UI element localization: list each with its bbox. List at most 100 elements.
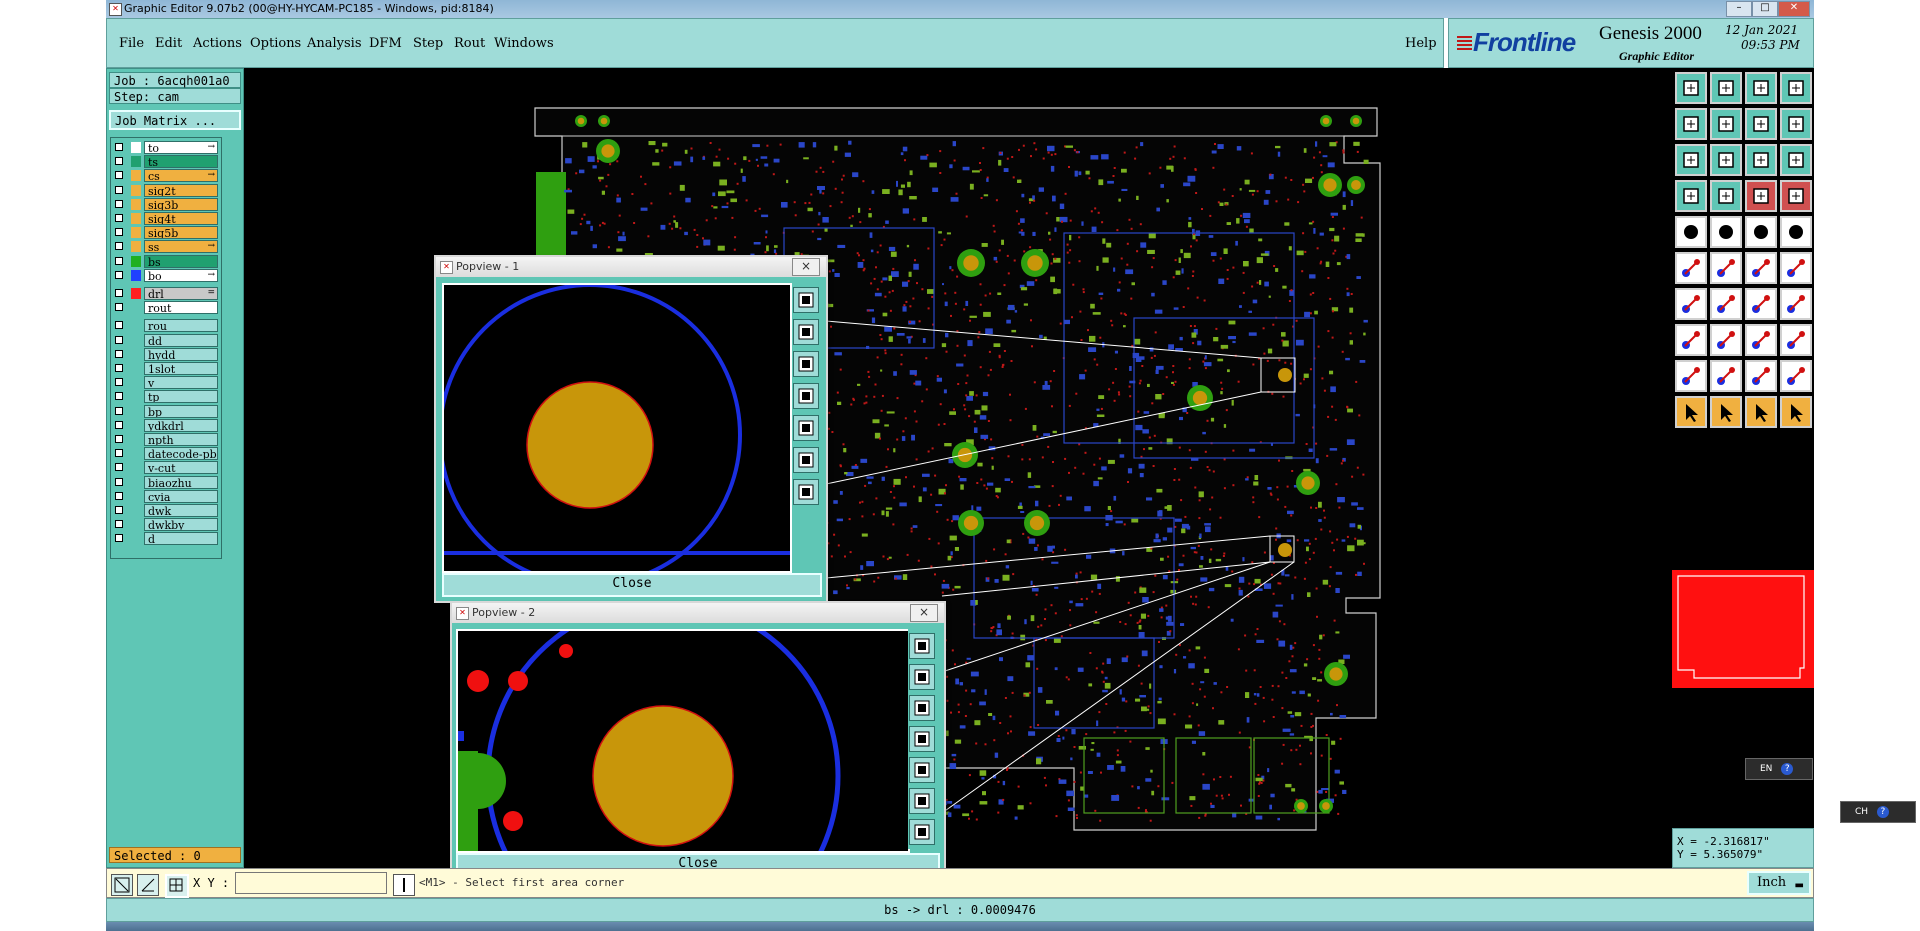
minimize-button[interactable]: – [1726,1,1752,17]
layer-row-sig2t[interactable]: sig2t [111,183,221,197]
layer-tool-2-icon[interactable] [1710,216,1742,248]
measure-tool-4-icon[interactable] [1780,288,1812,320]
home-tool-3-icon[interactable] [1745,72,1777,104]
menu-rout[interactable]: Rout [454,36,485,51]
layer-name[interactable]: datecode-pbe [144,447,218,461]
grid-tool-icon[interactable] [165,874,189,898]
layer-name[interactable]: rou [144,319,218,333]
layer-name[interactable]: biaozhu [144,475,218,489]
pan-tool-2-icon[interactable] [1710,144,1742,176]
layer-checkbox[interactable] [115,506,123,514]
layer-color-swatch[interactable] [131,227,141,239]
layer-row-ts[interactable]: ts [111,155,221,169]
layer-name[interactable]: tp [144,390,218,404]
measure-tool-2-icon[interactable] [1710,288,1742,320]
layer-name[interactable]: ydkdrl [144,418,218,432]
layer-name[interactable]: dwk [144,504,218,517]
layer-row-bs[interactable]: bs [111,254,221,268]
layer-checkbox[interactable] [115,477,123,486]
home-tool-2-icon[interactable] [1710,72,1742,104]
layer-color-swatch[interactable] [131,198,141,210]
layer-tool-1-icon[interactable] [1675,216,1707,248]
language-indicator-ch[interactable]: CH ? [1840,801,1916,823]
layer-row-dwk[interactable]: dwk [111,504,221,517]
popview-tool-button[interactable] [909,695,935,721]
layer-color-swatch[interactable] [131,302,141,313]
popview-tool-button[interactable] [909,633,935,659]
layer-row-sig5b[interactable]: sig5b [111,226,221,240]
fit-tool-4-icon[interactable] [1780,180,1812,212]
layer-row-hydd[interactable]: hydd [111,347,221,361]
layer-name[interactable]: ts [144,155,218,169]
layer-name[interactable]: v-cut [144,461,218,475]
layer-color-swatch[interactable] [131,533,141,544]
measure-tool-1-icon[interactable] [1675,288,1707,320]
layer-color-swatch[interactable] [131,349,141,360]
menu-step[interactable]: Step [413,36,443,51]
draw-tool-1-icon[interactable] [1675,360,1707,392]
layer-color-swatch[interactable] [131,184,141,196]
layer-color-swatch[interactable] [131,363,141,374]
layer-row-dwkby[interactable]: dwkby [111,518,221,532]
layer-checkbox[interactable] [115,157,123,166]
layer-row-d[interactable]: d [111,532,221,546]
layer-row-ss[interactable]: ss → [111,240,221,254]
layer-checkbox[interactable] [115,171,123,180]
layer-name[interactable]: dwkby [144,518,218,532]
popview-2-close-x[interactable]: × [910,604,938,622]
home-tool-1-icon[interactable] [1675,72,1707,104]
overview-map[interactable] [1672,570,1814,688]
layer-row-v[interactable]: v [111,376,221,390]
layer-name[interactable]: cvia [144,489,218,503]
layer-name[interactable]: dd [144,333,218,347]
snap-tool-icon[interactable] [111,874,133,896]
layer-row-to[interactable]: to → [111,141,221,154]
popview-tool-button[interactable] [909,726,935,752]
layer-color-swatch[interactable] [131,170,141,182]
layer-checkbox[interactable] [115,228,123,237]
layer-color-swatch[interactable] [131,335,141,346]
layer-row-bo[interactable]: bo → [111,268,221,282]
layer-color-swatch[interactable] [131,406,141,417]
menu-options[interactable]: Options [250,36,301,51]
layer-name[interactable]: hydd [144,347,218,361]
layer-color-swatch[interactable] [131,391,141,402]
popview-1-zoom-view[interactable] [442,283,792,573]
layer-checkbox[interactable] [115,199,123,208]
popview-1-close-button[interactable]: Close [442,573,822,597]
fit-tool-2-icon[interactable] [1710,180,1742,212]
layer-color-swatch[interactable] [131,434,141,445]
layer-checkbox[interactable] [115,491,123,500]
close-window-button[interactable]: ✕ [1778,1,1810,17]
layer-name[interactable]: sig3b [144,197,218,211]
layer-name[interactable]: sig5b [144,226,218,240]
snap-tool-1-icon[interactable] [1675,252,1707,284]
layer-name[interactable]: npth [144,433,218,446]
layer-checkbox[interactable] [115,378,123,387]
pan-tool-4-icon[interactable] [1780,144,1812,176]
layer-checkbox[interactable] [115,321,123,330]
layer-color-swatch[interactable] [131,377,141,388]
snap-tool-3-icon[interactable] [1745,252,1777,284]
layer-color-swatch[interactable] [131,491,141,502]
layer-row-dd[interactable]: dd [111,333,221,347]
layer-tool-3-icon[interactable] [1745,216,1777,248]
layer-checkbox[interactable] [115,520,123,529]
layer-row-v-cut[interactable]: v-cut [111,461,221,475]
layer-row-cvia[interactable]: cvia [111,489,221,503]
layer-checkbox[interactable] [115,270,123,279]
layer-checkbox[interactable] [115,303,123,312]
layer-checkbox[interactable] [115,143,123,151]
draw-tool-4-icon[interactable] [1780,360,1812,392]
menu-analysis[interactable]: Analysis [307,36,362,51]
layer-checkbox[interactable] [115,349,123,358]
layer-checkbox[interactable] [115,256,123,265]
layer-row-rou[interactable]: rou [111,319,221,333]
layer-color-swatch[interactable] [131,320,141,331]
layer-checkbox[interactable] [115,185,123,194]
popview-2-zoom-view[interactable] [456,629,910,853]
layer-checkbox[interactable] [115,534,123,543]
layer-checkbox[interactable] [115,392,123,401]
popview-tool-button[interactable] [909,757,935,783]
layer-name[interactable]: rout [144,301,218,315]
